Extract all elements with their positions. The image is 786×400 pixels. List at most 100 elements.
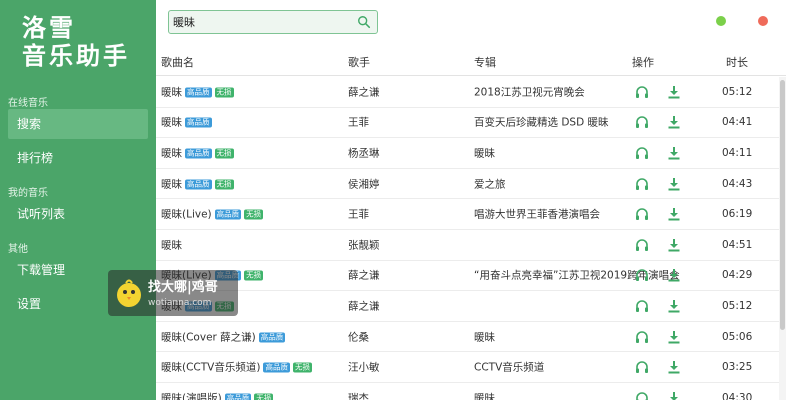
song-name-cell: 暖昧 bbox=[161, 237, 182, 252]
close-button[interactable] bbox=[758, 16, 768, 26]
sidebar-section-online: 在线音乐 bbox=[8, 98, 48, 109]
sidebar-section-my-music: 我的音乐 bbox=[8, 188, 48, 199]
col-header-album: 专辑 bbox=[474, 56, 496, 69]
duration-cell: 05:12 bbox=[722, 85, 753, 98]
hq-badge: 高品质 bbox=[185, 148, 212, 159]
artist-cell: 王菲 bbox=[348, 208, 369, 221]
album-cell: 2018江苏卫视元宵晚会 bbox=[474, 86, 585, 99]
search-box[interactable] bbox=[168, 10, 378, 34]
col-header-duration: 时长 bbox=[726, 56, 748, 69]
artist-cell: 王菲 bbox=[348, 116, 369, 129]
table-row[interactable]: 暖昧 高品质 无损 杨丞琳 暖昧 04:11 bbox=[156, 138, 780, 169]
lossless-badge: 无损 bbox=[244, 209, 264, 220]
download-icon[interactable] bbox=[666, 267, 682, 283]
headphones-icon[interactable] bbox=[634, 84, 650, 100]
headphones-icon[interactable] bbox=[634, 390, 650, 400]
app-logo: 洛雪 音乐助手 bbox=[22, 14, 152, 70]
song-name-cell: 暖昧高品质无损 bbox=[161, 145, 234, 160]
lossless-badge: 无损 bbox=[214, 148, 234, 159]
table-row[interactable]: 暖昧(演唱版) 高品质 无损 瑞杰 暖昧 04:30 bbox=[156, 383, 780, 400]
headphones-icon[interactable] bbox=[634, 267, 650, 283]
table-row[interactable]: 暖昧(CCTV音乐频道) 高品质 无损 汪小敏 CCTV音乐频道 03:25 bbox=[156, 352, 780, 383]
scrollbar-thumb[interactable] bbox=[780, 80, 785, 330]
artist-cell: 汪小敏 bbox=[348, 361, 380, 374]
song-name-cell: 暖昧高品质无损 bbox=[161, 84, 234, 99]
chick-logo-icon bbox=[117, 279, 141, 307]
table-row[interactable]: 暖昧高品质无损薛之谦05:12 bbox=[156, 291, 780, 322]
album-cell: 唱游大世界王菲香港演唱会 bbox=[474, 208, 600, 221]
duration-cell: 04:51 bbox=[722, 238, 753, 251]
headphones-icon[interactable] bbox=[634, 145, 650, 161]
headphones-icon[interactable] bbox=[634, 359, 650, 375]
duration-cell: 04:43 bbox=[722, 177, 753, 190]
download-icon[interactable] bbox=[666, 114, 682, 130]
download-icon[interactable] bbox=[666, 145, 682, 161]
headphones-icon[interactable] bbox=[634, 176, 650, 192]
song-name-cell: 暖昧(Live)高品质无损 bbox=[161, 207, 264, 222]
song-name: 暖昧 bbox=[161, 178, 182, 191]
artist-cell: 张靓颖 bbox=[348, 239, 380, 252]
table-row[interactable]: 暖昧 高品质 王菲 百变天后珍藏精选 DSD 暖昧 04:41 bbox=[156, 108, 780, 139]
duration-cell: 04:29 bbox=[722, 269, 753, 282]
artist-cell: 伦桑 bbox=[348, 331, 369, 344]
song-name: 暖昧(Cover 薛之谦) bbox=[161, 331, 256, 344]
song-name: 暖昧 bbox=[161, 116, 182, 129]
table-row[interactable]: 暖昧(Cover 薛之谦) 高品质 伦桑 暖昧 05:06 bbox=[156, 322, 780, 353]
download-icon[interactable] bbox=[666, 206, 682, 222]
col-header-name: 歌曲名 bbox=[161, 56, 194, 69]
headphones-icon[interactable] bbox=[634, 237, 650, 253]
table-row[interactable]: 暖昧 高品质 无损 侯湘婷 爱之旅 04:43 bbox=[156, 169, 780, 200]
artist-cell: 薛之谦 bbox=[348, 86, 380, 99]
sidebar-item-search[interactable]: 搜索 bbox=[8, 109, 148, 139]
download-icon[interactable] bbox=[666, 176, 682, 192]
sidebar-item-listen-list[interactable]: 试听列表 bbox=[8, 199, 148, 229]
lossless-badge: 无损 bbox=[292, 362, 312, 373]
song-name: 暖昧 bbox=[161, 86, 182, 99]
download-icon[interactable] bbox=[666, 390, 682, 400]
song-name: 暖昧(Live) bbox=[161, 208, 212, 221]
hq-badge: 高品质 bbox=[224, 393, 252, 400]
headphones-icon[interactable] bbox=[634, 298, 650, 314]
table-header: 歌曲名 歌手 专辑 操作 时长 bbox=[156, 46, 786, 76]
download-icon[interactable] bbox=[666, 84, 682, 100]
artist-cell: 薛之谦 bbox=[348, 269, 380, 282]
search-icon[interactable] bbox=[357, 15, 371, 29]
headphones-icon[interactable] bbox=[634, 329, 650, 345]
table-row[interactable]: 暖昧 张靓颖 04:51 bbox=[156, 230, 780, 261]
album-cell: CCTV音乐频道 bbox=[474, 361, 545, 374]
hq-badge: 高品质 bbox=[214, 209, 242, 220]
album-cell: 百变天后珍藏精选 DSD 暖昧 bbox=[474, 116, 609, 129]
logo-line-2: 音乐助手 bbox=[22, 42, 130, 70]
song-name-cell: 暖昧(演唱版) 高品质 无损 bbox=[161, 390, 274, 400]
duration-cell: 03:25 bbox=[722, 361, 753, 374]
sidebar-section-other: 其他 bbox=[8, 244, 28, 255]
col-header-artist: 歌手 bbox=[348, 56, 370, 69]
download-icon[interactable] bbox=[666, 359, 682, 375]
minimize-button[interactable] bbox=[716, 16, 726, 26]
lossless-badge: 无损 bbox=[244, 270, 264, 281]
song-list: 暖昧 高品质 无损 薛之谦 2018江苏卫视元宵晚会 05:12 暖昧 高品质 王菲 百变天后珍藏… bbox=[156, 77, 780, 400]
lossless-badge: 无损 bbox=[254, 393, 274, 400]
search-input[interactable] bbox=[173, 13, 353, 31]
album-cell: 爱之旅 bbox=[474, 178, 506, 191]
hq-badge: 高品质 bbox=[258, 332, 286, 343]
song-name-cell: 暖昧(Cover 薛之谦) 高品质 bbox=[161, 329, 286, 344]
table-row[interactable]: 暖昧(Live)高品质无损薛之谦“用奋斗点亮幸福”江苏卫视2019跨年演唱会04… bbox=[156, 261, 780, 292]
download-icon[interactable] bbox=[666, 329, 682, 345]
col-header-action: 操作 bbox=[632, 56, 654, 69]
download-icon[interactable] bbox=[666, 298, 682, 314]
table-row[interactable]: 暖昧 高品质 无损 薛之谦 2018江苏卫视元宵晚会 05:12 bbox=[156, 77, 780, 108]
song-name: 暖昧 bbox=[161, 147, 182, 160]
song-name: 暖昧 bbox=[161, 239, 182, 252]
artist-cell: 薛之谦 bbox=[348, 300, 380, 313]
download-icon[interactable] bbox=[666, 237, 682, 253]
album-cell: 暖昧 bbox=[474, 392, 495, 400]
artist-cell: 瑞杰 bbox=[348, 392, 369, 400]
headphones-icon[interactable] bbox=[634, 114, 650, 130]
headphones-icon[interactable] bbox=[634, 206, 650, 222]
album-cell: 暖昧 bbox=[474, 331, 495, 344]
table-row[interactable]: 暖昧(Live) 高品质 无损 王菲 唱游大世界王菲香港演唱会 06:19 bbox=[156, 199, 780, 230]
duration-cell: 04:41 bbox=[722, 116, 753, 129]
sidebar: 洛雪 音乐助手 在线音乐 搜索 排行榜 我的音乐 试听列表 其他 下载管理 设置 bbox=[0, 0, 156, 400]
sidebar-item-charts[interactable]: 排行榜 bbox=[8, 143, 148, 173]
